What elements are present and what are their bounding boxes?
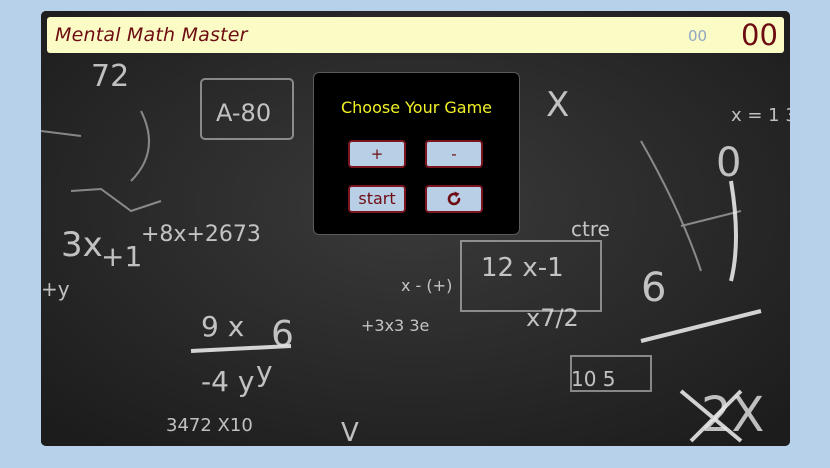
svg-text:+8x+2673: +8x+2673	[141, 222, 261, 247]
addition-button[interactable]: +	[348, 140, 406, 168]
svg-text:2X: 2X	[701, 387, 764, 443]
svg-text:ctre: ctre	[571, 217, 610, 241]
svg-text:X: X	[546, 85, 569, 125]
svg-text:9 x: 9 x	[201, 310, 244, 343]
start-button[interactable]: start	[348, 185, 406, 213]
svg-text:V: V	[341, 418, 359, 446]
svg-text:x - (+): x - (+)	[401, 276, 452, 295]
refresh-button[interactable]	[425, 185, 483, 213]
svg-text:x7/2: x7/2	[526, 304, 579, 332]
main-score: 00	[741, 18, 778, 52]
svg-text:3x: 3x	[61, 225, 103, 265]
game-menu-panel: Choose Your Game + - start	[313, 72, 520, 235]
svg-text:A-80: A-80	[216, 99, 271, 127]
svg-text:72: 72	[91, 59, 129, 94]
svg-text:6: 6	[271, 314, 294, 355]
svg-text:x = 1 3: x = 1 3	[731, 105, 790, 126]
svg-text:6: 6	[641, 265, 666, 311]
svg-text:+3x3 3e: +3x3 3e	[361, 316, 429, 335]
svg-text:3472 X10: 3472 X10	[166, 415, 253, 436]
svg-text:0: 0	[716, 140, 741, 186]
secondary-score: 00	[688, 27, 708, 45]
menu-heading: Choose Your Game	[340, 98, 493, 117]
header-bar: Mental Math Master 00 00	[47, 17, 784, 53]
game-frame: 72 A-80 3x +1 +8x+2673 +y 9 x 6 -4 y y 3…	[41, 11, 790, 446]
svg-text:-4 y: -4 y	[201, 365, 254, 398]
refresh-icon	[447, 191, 461, 206]
subtraction-button[interactable]: -	[425, 140, 483, 168]
svg-text:10 5: 10 5	[571, 367, 616, 391]
svg-text:12 x-1: 12 x-1	[481, 253, 564, 283]
game-title: Mental Math Master	[55, 24, 248, 46]
svg-text:+y: +y	[41, 277, 70, 301]
svg-text:y: y	[256, 355, 273, 388]
svg-text:+1: +1	[101, 240, 142, 273]
